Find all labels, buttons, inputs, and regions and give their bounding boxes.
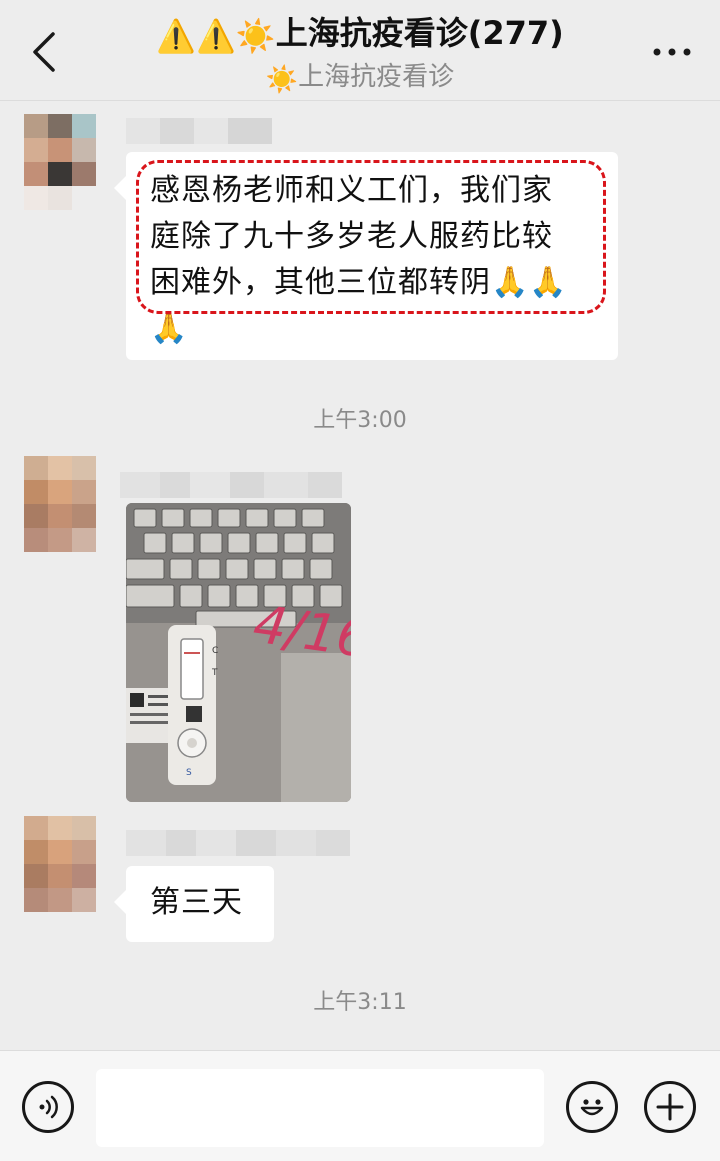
chat-subtitle: ☀️上海抗疫看诊 xyxy=(100,56,620,95)
sender-name xyxy=(126,830,350,856)
chevron-left-icon xyxy=(33,32,55,72)
test-letter: T xyxy=(211,668,218,678)
antigen-test-photo-icon: C T S 4/16 xyxy=(126,503,351,802)
chat-title-text: 上海抗疫看诊(277) xyxy=(275,14,564,52)
input-bar xyxy=(0,1050,720,1161)
chat-header: ⚠️⚠️☀️上海抗疫看诊(277) ☀️上海抗疫看诊 xyxy=(0,0,720,101)
sun-icon: ☀️ xyxy=(235,17,276,55)
image-message[interactable]: C T S 4/16 xyxy=(126,503,351,802)
timestamp: 上午3:00 xyxy=(313,408,407,433)
message-line: 第三天 xyxy=(150,885,243,920)
emoji-button[interactable] xyxy=(566,1081,618,1133)
emoji-icon xyxy=(580,1099,604,1116)
test-letter: S xyxy=(186,768,192,778)
avatar[interactable] xyxy=(24,114,96,210)
warning-icon: ⚠️ xyxy=(196,17,236,55)
test-letter: C xyxy=(212,646,218,656)
sender-name xyxy=(126,118,272,144)
avatar[interactable] xyxy=(24,456,96,552)
message-input[interactable] xyxy=(96,1069,544,1147)
chat-title[interactable]: ⚠️⚠️☀️上海抗疫看诊(277) xyxy=(100,8,620,55)
back-button[interactable] xyxy=(24,28,64,76)
avatar[interactable] xyxy=(24,816,96,912)
plus-button[interactable] xyxy=(644,1081,696,1133)
highlight-annotation xyxy=(136,160,606,314)
message-bubble[interactable]: 第三天 xyxy=(114,866,274,942)
voice-button[interactable] xyxy=(22,1081,74,1133)
more-options-button[interactable] xyxy=(648,32,696,72)
voice-icon xyxy=(39,1095,58,1119)
chat-subtitle-text: 上海抗疫看诊 xyxy=(298,62,455,92)
warning-icon: ⚠️ xyxy=(156,17,197,55)
sender-name xyxy=(120,472,342,498)
sun-icon: ☀️ xyxy=(265,65,299,95)
more-dots-icon xyxy=(653,48,691,56)
timestamp: 上午3:11 xyxy=(313,990,407,1015)
plus-icon xyxy=(656,1093,684,1121)
